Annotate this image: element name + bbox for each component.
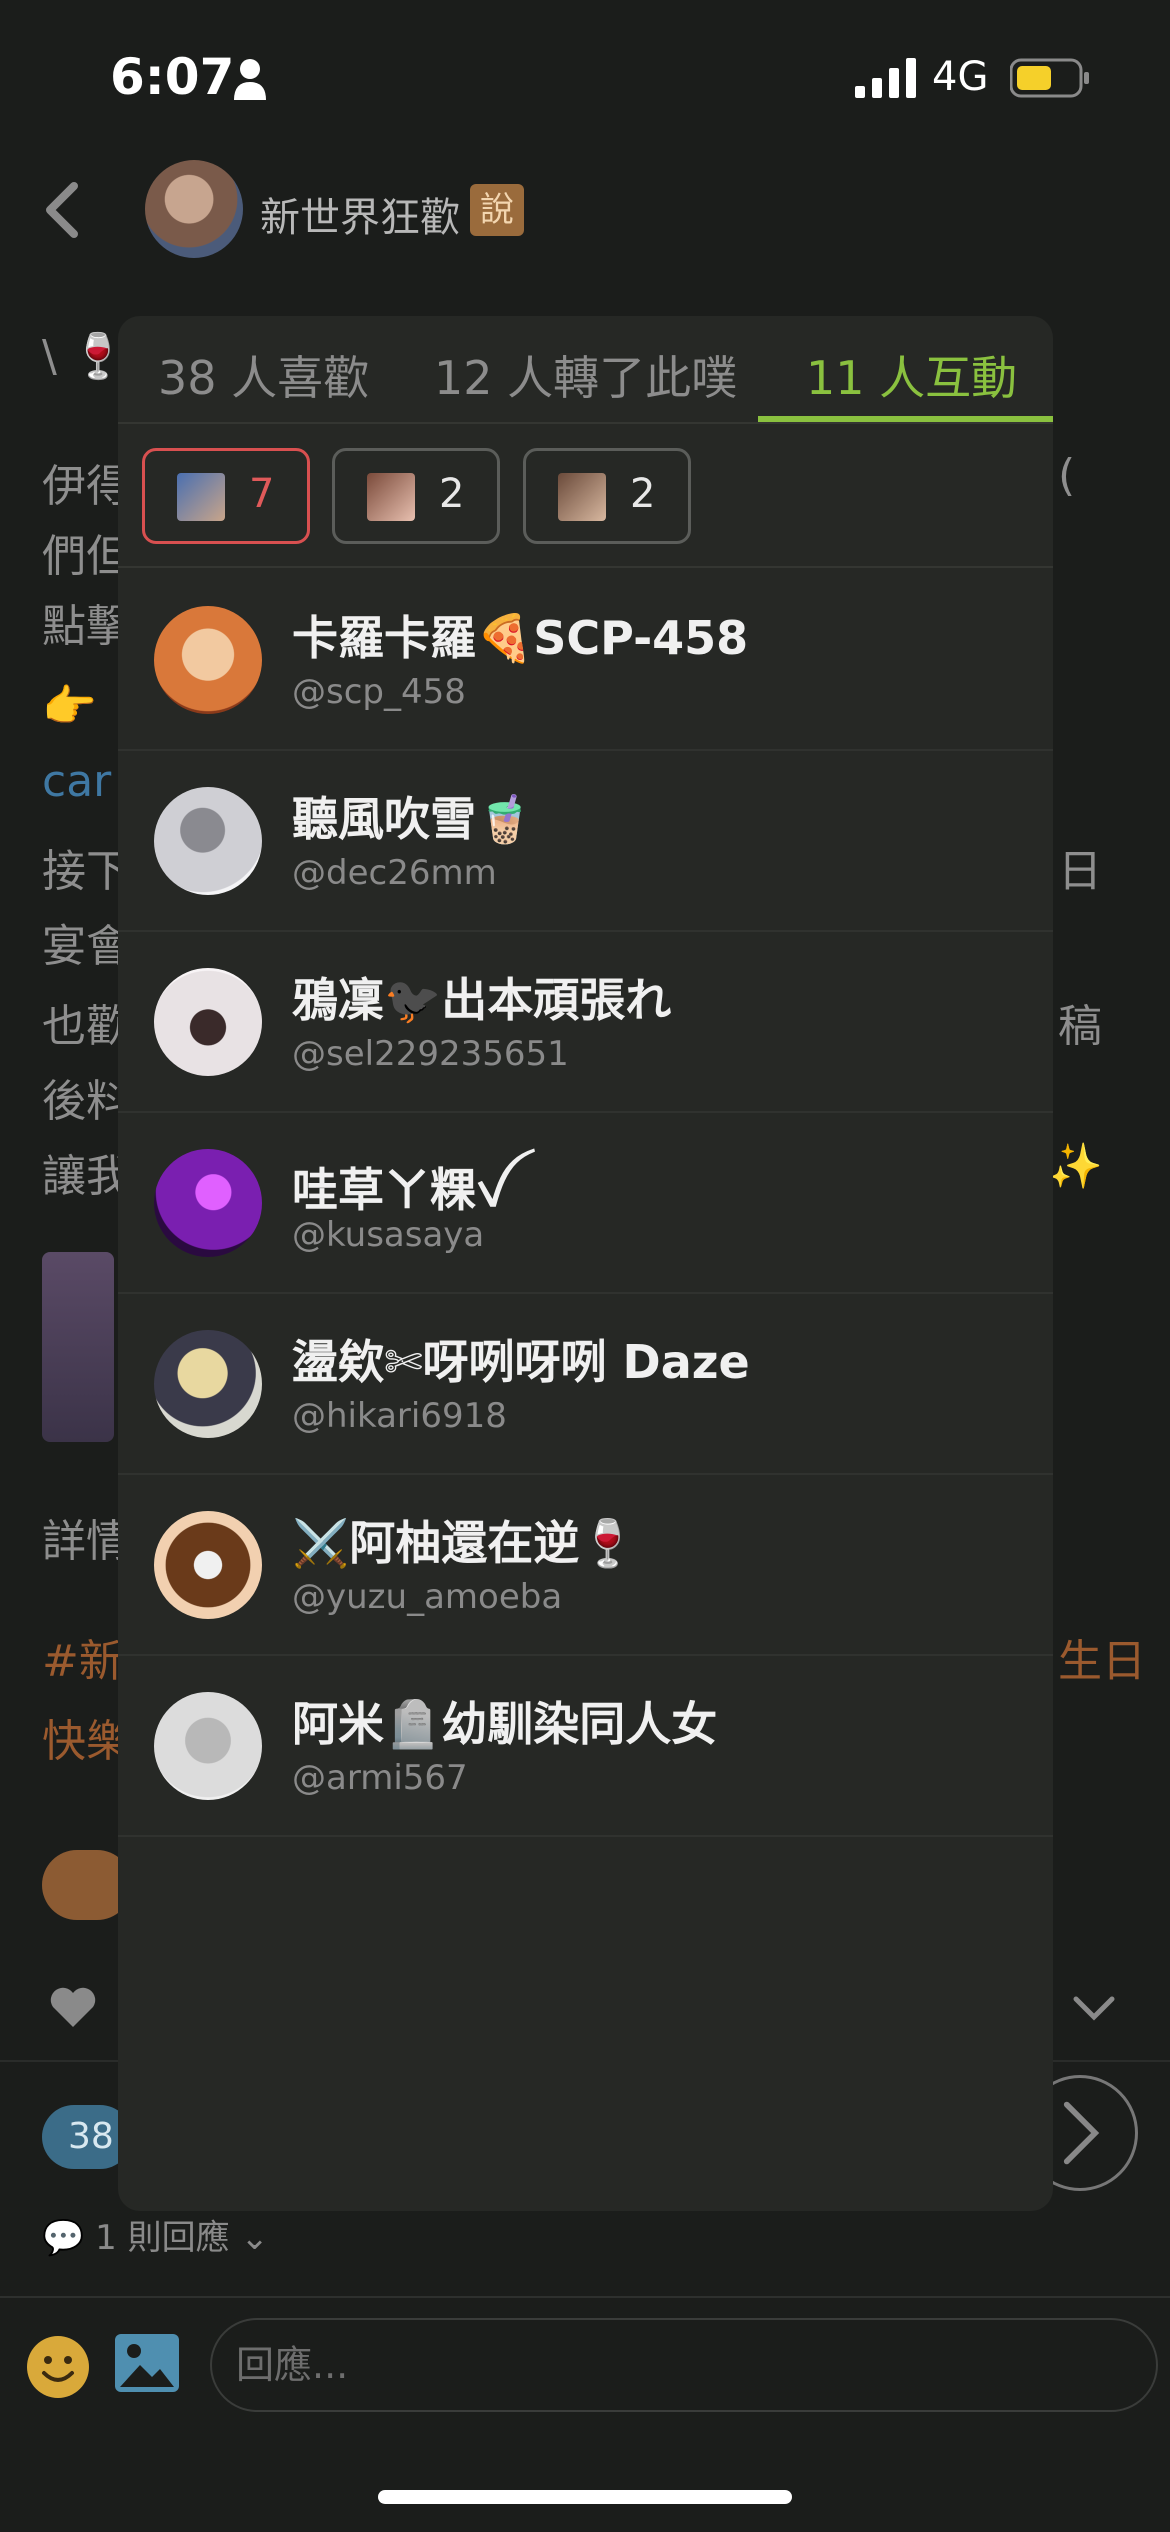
active-tab-indicator xyxy=(758,416,1053,422)
network-label: 4G xyxy=(932,54,989,100)
post-text-line: 點擊 xyxy=(42,601,130,652)
chip-avatar xyxy=(177,473,225,521)
post-text-line: 宴會 xyxy=(42,921,130,972)
user-avatar[interactable] xyxy=(154,1511,262,1619)
back-chevron-icon[interactable] xyxy=(42,180,82,240)
user-handle: @yuzu_amoeba xyxy=(292,1577,563,1617)
post-text-line: 伊得 xyxy=(42,461,130,512)
interaction-chips: 7 2 2 xyxy=(118,426,1053,568)
user-avatar[interactable] xyxy=(154,1149,262,1257)
chevron-down-icon[interactable] xyxy=(1072,1995,1116,2021)
reply-input[interactable] xyxy=(210,2318,1158,2412)
user-name: ⚔️阿柚還在逆🍷 xyxy=(292,1516,637,1570)
user-avatar[interactable] xyxy=(154,968,262,1076)
user-name: 盪欸✄呀咧呀咧 Daze xyxy=(292,1335,750,1389)
chip-count: 2 xyxy=(630,471,656,517)
tab-replurks[interactable]: 12 人轉了此噗 xyxy=(434,342,737,408)
user-handle: @armi567 xyxy=(292,1758,468,1798)
chip-avatar xyxy=(367,473,415,521)
post-text-line: 詳情 xyxy=(42,1516,130,1567)
sparkles-icon: ✨ xyxy=(1048,1141,1103,1192)
battery-icon xyxy=(1010,58,1089,98)
post-text-line: 讓我 xyxy=(42,1151,130,1202)
user-handle: @hikari6918 xyxy=(292,1396,507,1436)
user-row[interactable]: 鴉凜🐦‍⬛出本頑張れ @sel229235651 xyxy=(118,932,1053,1113)
interaction-chip[interactable]: 2 xyxy=(332,448,500,544)
post-hashtag[interactable]: 生日 xyxy=(1058,1625,1146,1689)
chevron-down-icon: ⌄ xyxy=(240,2218,269,2258)
user-row[interactable]: 聽風吹雪🧋 @dec26mm xyxy=(118,751,1053,932)
post-text-line: 們但 xyxy=(42,531,130,582)
post-text-line: 也歡 xyxy=(42,1001,130,1052)
author-name[interactable]: 新世界狂歡 xyxy=(260,185,460,243)
image-icon[interactable] xyxy=(114,2333,180,2393)
tab-interactions[interactable]: 11 人互動 xyxy=(806,342,1017,408)
chip-avatar xyxy=(558,473,606,521)
post-text-fragment: 稿 xyxy=(1058,1001,1102,1052)
user-name: 聽風吹雪🧋 xyxy=(292,792,534,846)
post-text-fragment: ( xyxy=(1058,450,1076,501)
user-row[interactable]: 阿米🪦幼馴染同人女 @armi567 xyxy=(118,1656,1053,1837)
tab-likes[interactable]: 38 人喜歡 xyxy=(158,342,369,408)
user-avatar[interactable] xyxy=(154,787,262,895)
author-badge: 說 xyxy=(470,184,524,236)
popover-tabs: 38 人喜歡 12 人轉了此噗 11 人互動 xyxy=(118,316,1053,424)
reply-count-label: 1 則回應 xyxy=(95,2218,230,2258)
user-row[interactable]: ⚔️阿柚還在逆🍷 @yuzu_amoeba xyxy=(118,1475,1053,1656)
post-text-line: 接下 xyxy=(42,846,130,897)
comment-icon: 💬 xyxy=(42,2218,85,2258)
divider xyxy=(0,2296,1170,2298)
user-handle: @sel229235651 xyxy=(292,1034,569,1074)
user-handle: @kusasaya xyxy=(292,1215,485,1255)
interaction-chip[interactable]: 7 xyxy=(142,448,310,544)
chip-count: 7 xyxy=(249,471,275,517)
interactions-popover: 38 人喜歡 12 人轉了此噗 11 人互動 7 2 2 卡羅卡羅🍕SCP-45… xyxy=(118,316,1053,2211)
pointing-hand-icon: 👉 xyxy=(42,681,97,732)
post-text-fragment: 日 xyxy=(1058,846,1102,897)
user-avatar[interactable] xyxy=(154,1330,262,1438)
post-link[interactable]: car xyxy=(42,756,111,807)
post-hashtag[interactable]: #新 xyxy=(42,1625,123,1689)
user-list: 卡羅卡羅🍕SCP-458 @scp_458 聽風吹雪🧋 @dec26mm 鴉凜🐦… xyxy=(118,570,1053,1837)
heart-icon[interactable] xyxy=(48,1985,98,2029)
user-handle: @dec26mm xyxy=(292,853,497,893)
user-row[interactable]: 盪欸✄呀咧呀咧 Daze @hikari6918 xyxy=(118,1294,1053,1475)
home-indicator[interactable] xyxy=(378,2490,792,2504)
chip-count: 2 xyxy=(439,471,465,517)
author-avatar[interactable] xyxy=(145,160,243,258)
reply-count[interactable]: 💬 1 則回應 ⌄ xyxy=(42,2210,269,2259)
post-text-line: 後料 xyxy=(42,1076,130,1127)
user-avatar[interactable] xyxy=(154,606,262,714)
interaction-chip[interactable]: 2 xyxy=(523,448,691,544)
person-icon xyxy=(234,59,266,100)
post-text-line: \ 🍷 xyxy=(42,331,126,382)
user-name: 鴉凜🐦‍⬛出本頑張れ xyxy=(292,973,672,1027)
post-hashtag[interactable]: 快樂 xyxy=(42,1705,130,1769)
signal-bars-icon xyxy=(855,58,916,98)
post-image[interactable] xyxy=(42,1252,114,1442)
user-handle: @scp_458 xyxy=(292,672,466,712)
user-name: 阿米🪦幼馴染同人女 xyxy=(292,1697,718,1751)
user-name: 卡羅卡羅🍕SCP-458 xyxy=(292,611,749,665)
user-row[interactable]: 卡羅卡羅🍕SCP-458 @scp_458 xyxy=(118,570,1053,751)
emoji-icon[interactable] xyxy=(26,2335,90,2399)
user-avatar[interactable] xyxy=(154,1692,262,1800)
status-time: 6:07 xyxy=(110,48,235,106)
user-row[interactable]: 哇草ㄚ粿ꪜ @kusasaya xyxy=(118,1113,1053,1294)
